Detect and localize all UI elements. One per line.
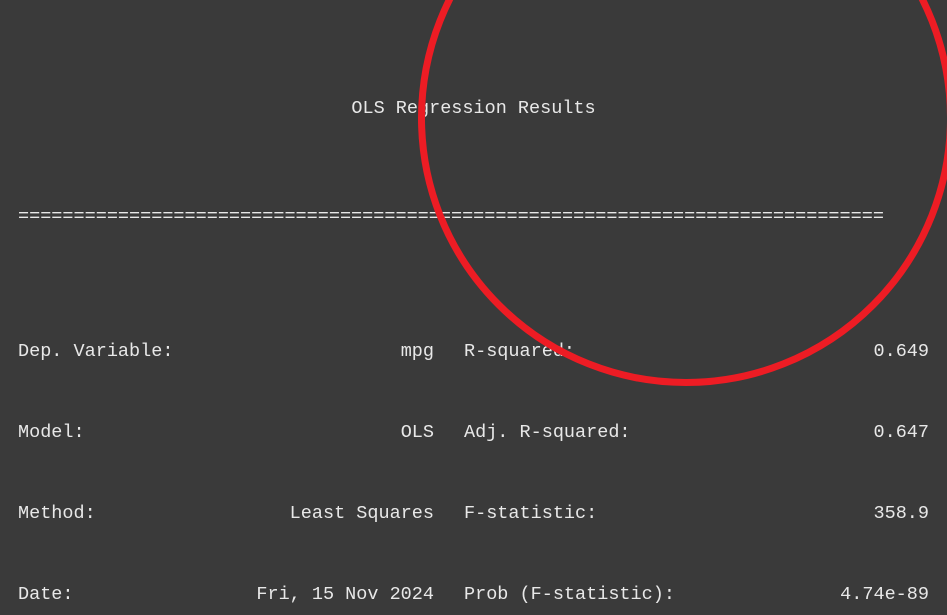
rule-top: ========================================… <box>18 203 929 230</box>
info-row-2: Method:Least Squares F-statistic:358.9 <box>18 500 929 527</box>
ols-output: OLS Regression Results =================… <box>0 0 947 615</box>
info-right-value: 0.649 <box>694 338 929 365</box>
info-row-0: Dep. Variable:mpg R-squared:0.649 <box>18 338 929 365</box>
info-left-value: mpg <box>218 338 434 365</box>
info-right-label: R-squared: <box>464 338 694 365</box>
info-row-1: Model:OLS Adj. R-squared:0.647 <box>18 419 929 446</box>
info-row-3: Date:Fri, 15 Nov 2024 Prob (F-statistic)… <box>18 581 929 608</box>
annotation-circle-icon <box>418 0 947 386</box>
info-left-label: Dep. Variable: <box>18 338 218 365</box>
report-title: OLS Regression Results <box>18 95 929 122</box>
